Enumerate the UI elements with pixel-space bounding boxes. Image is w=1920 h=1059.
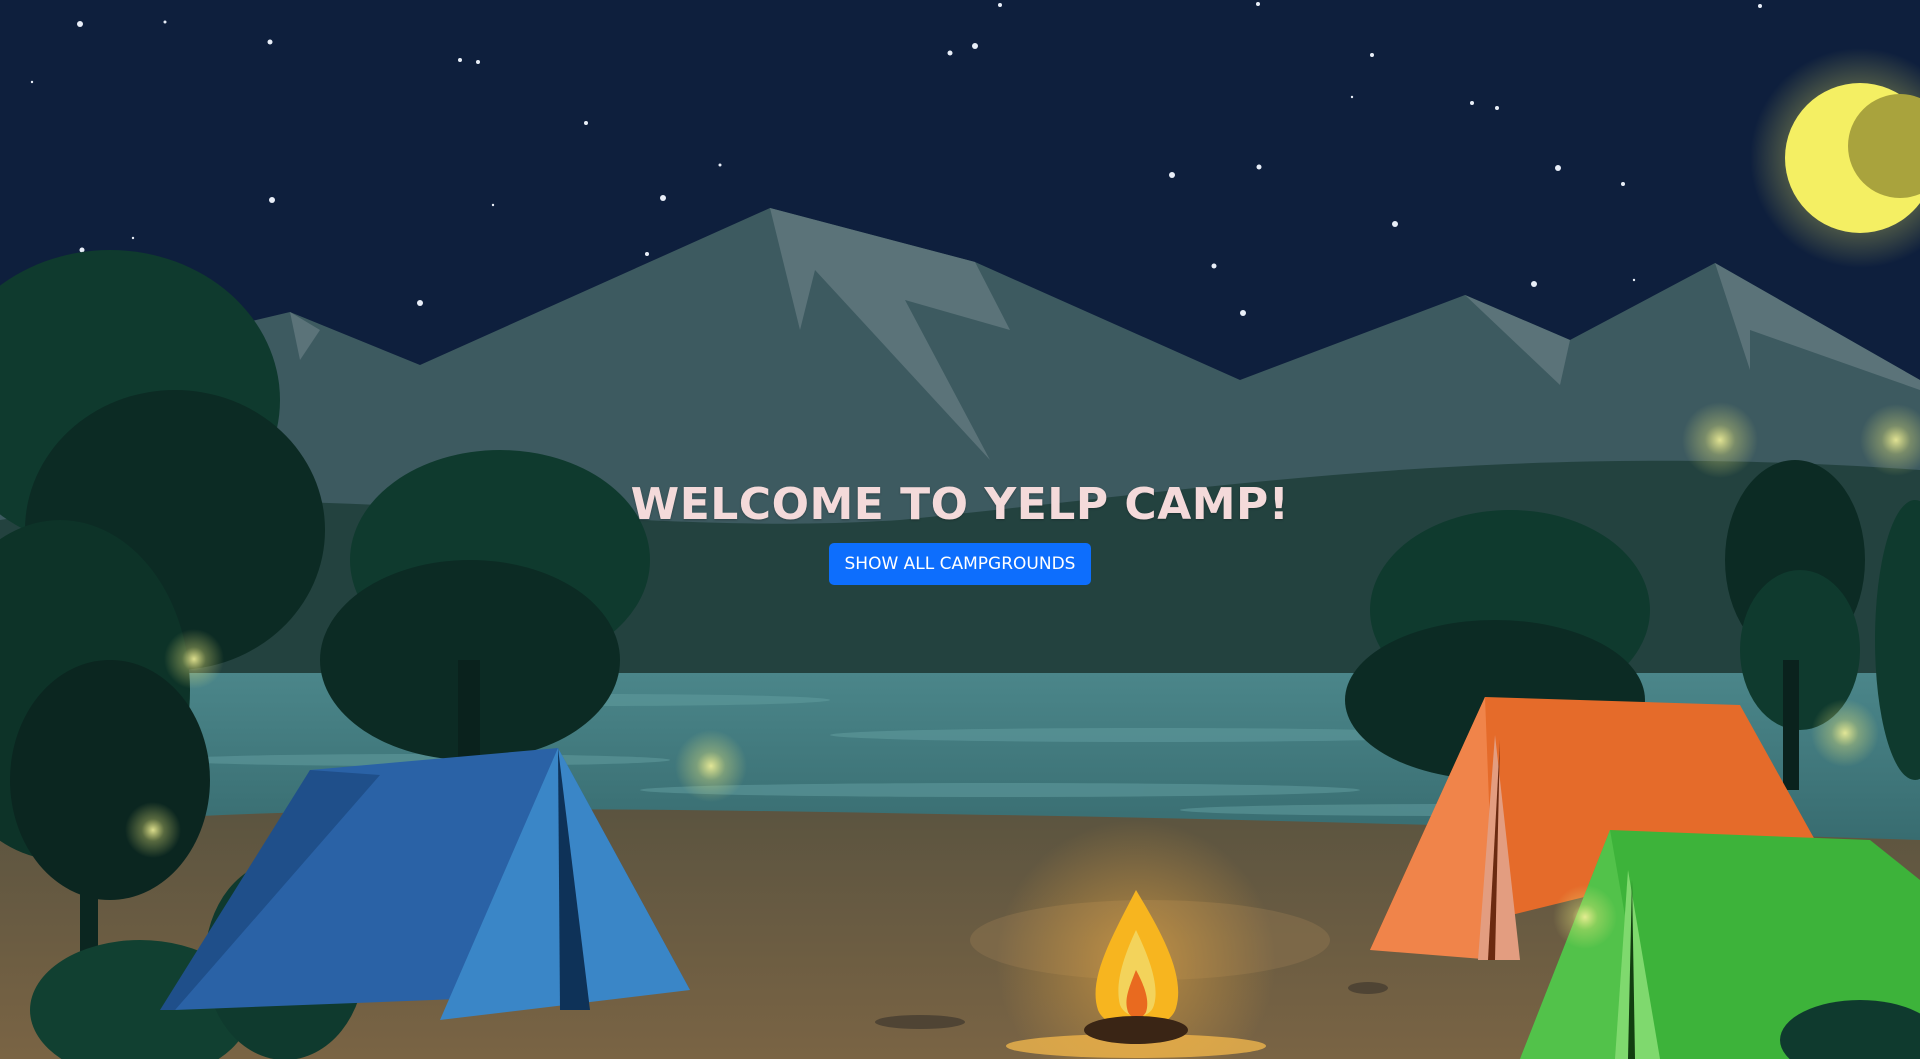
- hero-section: WELCOME TO YELP CAMP! SHOW ALL CAMPGROUN…: [0, 478, 1920, 585]
- page-title: WELCOME TO YELP CAMP!: [630, 479, 1290, 530]
- show-all-campgrounds-button[interactable]: SHOW ALL CAMPGROUNDS: [828, 543, 1092, 585]
